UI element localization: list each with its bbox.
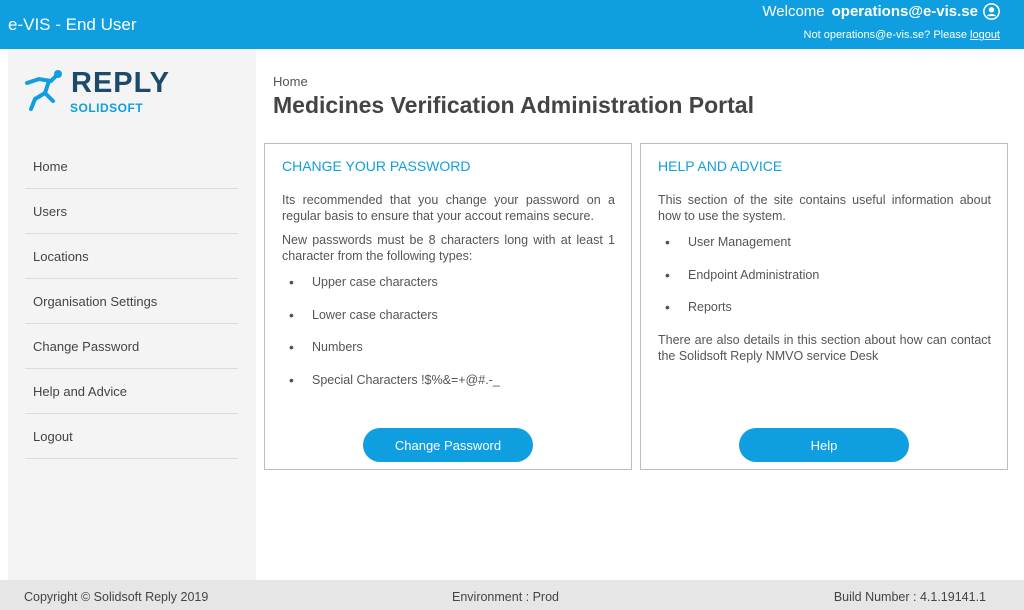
user-account-icon[interactable] — [983, 3, 1000, 20]
sidebar-item-help-and-advice[interactable]: Help and Advice — [25, 369, 238, 414]
help-card-body: This section of the site contains useful… — [658, 192, 991, 372]
sidebar-item-home[interactable]: Home — [25, 144, 238, 189]
welcome-area: Welcome operations@e-vis.se — [762, 3, 1000, 20]
list-item: Upper case characters — [282, 274, 615, 307]
build-number-text: Build Number : 4.1.19141.1 — [833, 590, 986, 604]
sidebar-item-organisation-settings[interactable]: Organisation Settings — [25, 279, 238, 324]
footer: Copyright © Solidsoft Reply 2019 Environ… — [0, 580, 1024, 610]
welcome-label: Welcome — [762, 3, 825, 20]
list-item: Lower case characters — [282, 307, 615, 340]
logo-brand-text: REPLY — [71, 67, 171, 99]
help-intro-text: This section of the site contains useful… — [658, 193, 991, 223]
list-item: Numbers — [282, 339, 615, 372]
help-button[interactable]: Help — [739, 428, 909, 462]
not-user-line: Not operations@e-vis.se? Please logout — [804, 29, 1000, 41]
change-password-card: CHANGE YOUR PASSWORD Its recommended tha… — [264, 143, 632, 470]
copyright-text: Copyright © Solidsoft Reply 2019 — [24, 590, 209, 604]
change-password-card-body: Its recommended that you change your pas… — [282, 192, 615, 404]
sidebar: REPLY SOLIDSOFT Home Users Locations Org… — [8, 49, 256, 580]
list-item: Reports — [658, 299, 991, 332]
password-rules-text: New passwords must be 8 characters long … — [282, 233, 615, 263]
help-and-advice-card: HELP AND ADVICE This section of the site… — [640, 143, 1008, 470]
help-topics-list: User Management Endpoint Administration … — [658, 234, 991, 332]
help-outro-text: There are also details in this section a… — [658, 332, 991, 363]
list-item: User Management — [658, 234, 991, 267]
password-intro-text: Its recommended that you change your pas… — [282, 193, 615, 223]
runner-logo-icon — [25, 70, 62, 111]
environment-text: Environment : Prod — [452, 590, 559, 604]
not-user-text: Not operations@e-vis.se? Please — [803, 29, 967, 41]
app-title: e-VIS - End User — [8, 15, 137, 34]
password-types-list: Upper case characters Lower case charact… — [282, 274, 615, 404]
sidebar-item-logout[interactable]: Logout — [25, 414, 238, 459]
logo-sub-text: SOLIDSOFT — [70, 101, 144, 115]
user-email: operations@e-vis.se — [831, 3, 978, 20]
list-item: Endpoint Administration — [658, 267, 991, 300]
logout-link[interactable]: logout — [970, 29, 1000, 41]
change-password-button[interactable]: Change Password — [363, 428, 533, 462]
sidebar-item-users[interactable]: Users — [25, 189, 238, 234]
top-header-bar: e-VIS - End User Welcome operations@e-vi… — [0, 0, 1024, 49]
sidebar-item-locations[interactable]: Locations — [25, 234, 238, 279]
reply-solidsoft-logo: REPLY SOLIDSOFT — [25, 67, 185, 119]
sidebar-nav: Home Users Locations Organisation Settin… — [25, 144, 238, 459]
change-password-card-title: CHANGE YOUR PASSWORD — [282, 158, 471, 174]
sidebar-item-change-password[interactable]: Change Password — [25, 324, 238, 369]
help-card-title: HELP AND ADVICE — [658, 158, 783, 174]
page-title: Medicines Verification Administration Po… — [273, 92, 754, 118]
list-item: Special Characters !$%&=+@#.-_ — [282, 372, 615, 405]
breadcrumb[interactable]: Home — [273, 74, 308, 89]
